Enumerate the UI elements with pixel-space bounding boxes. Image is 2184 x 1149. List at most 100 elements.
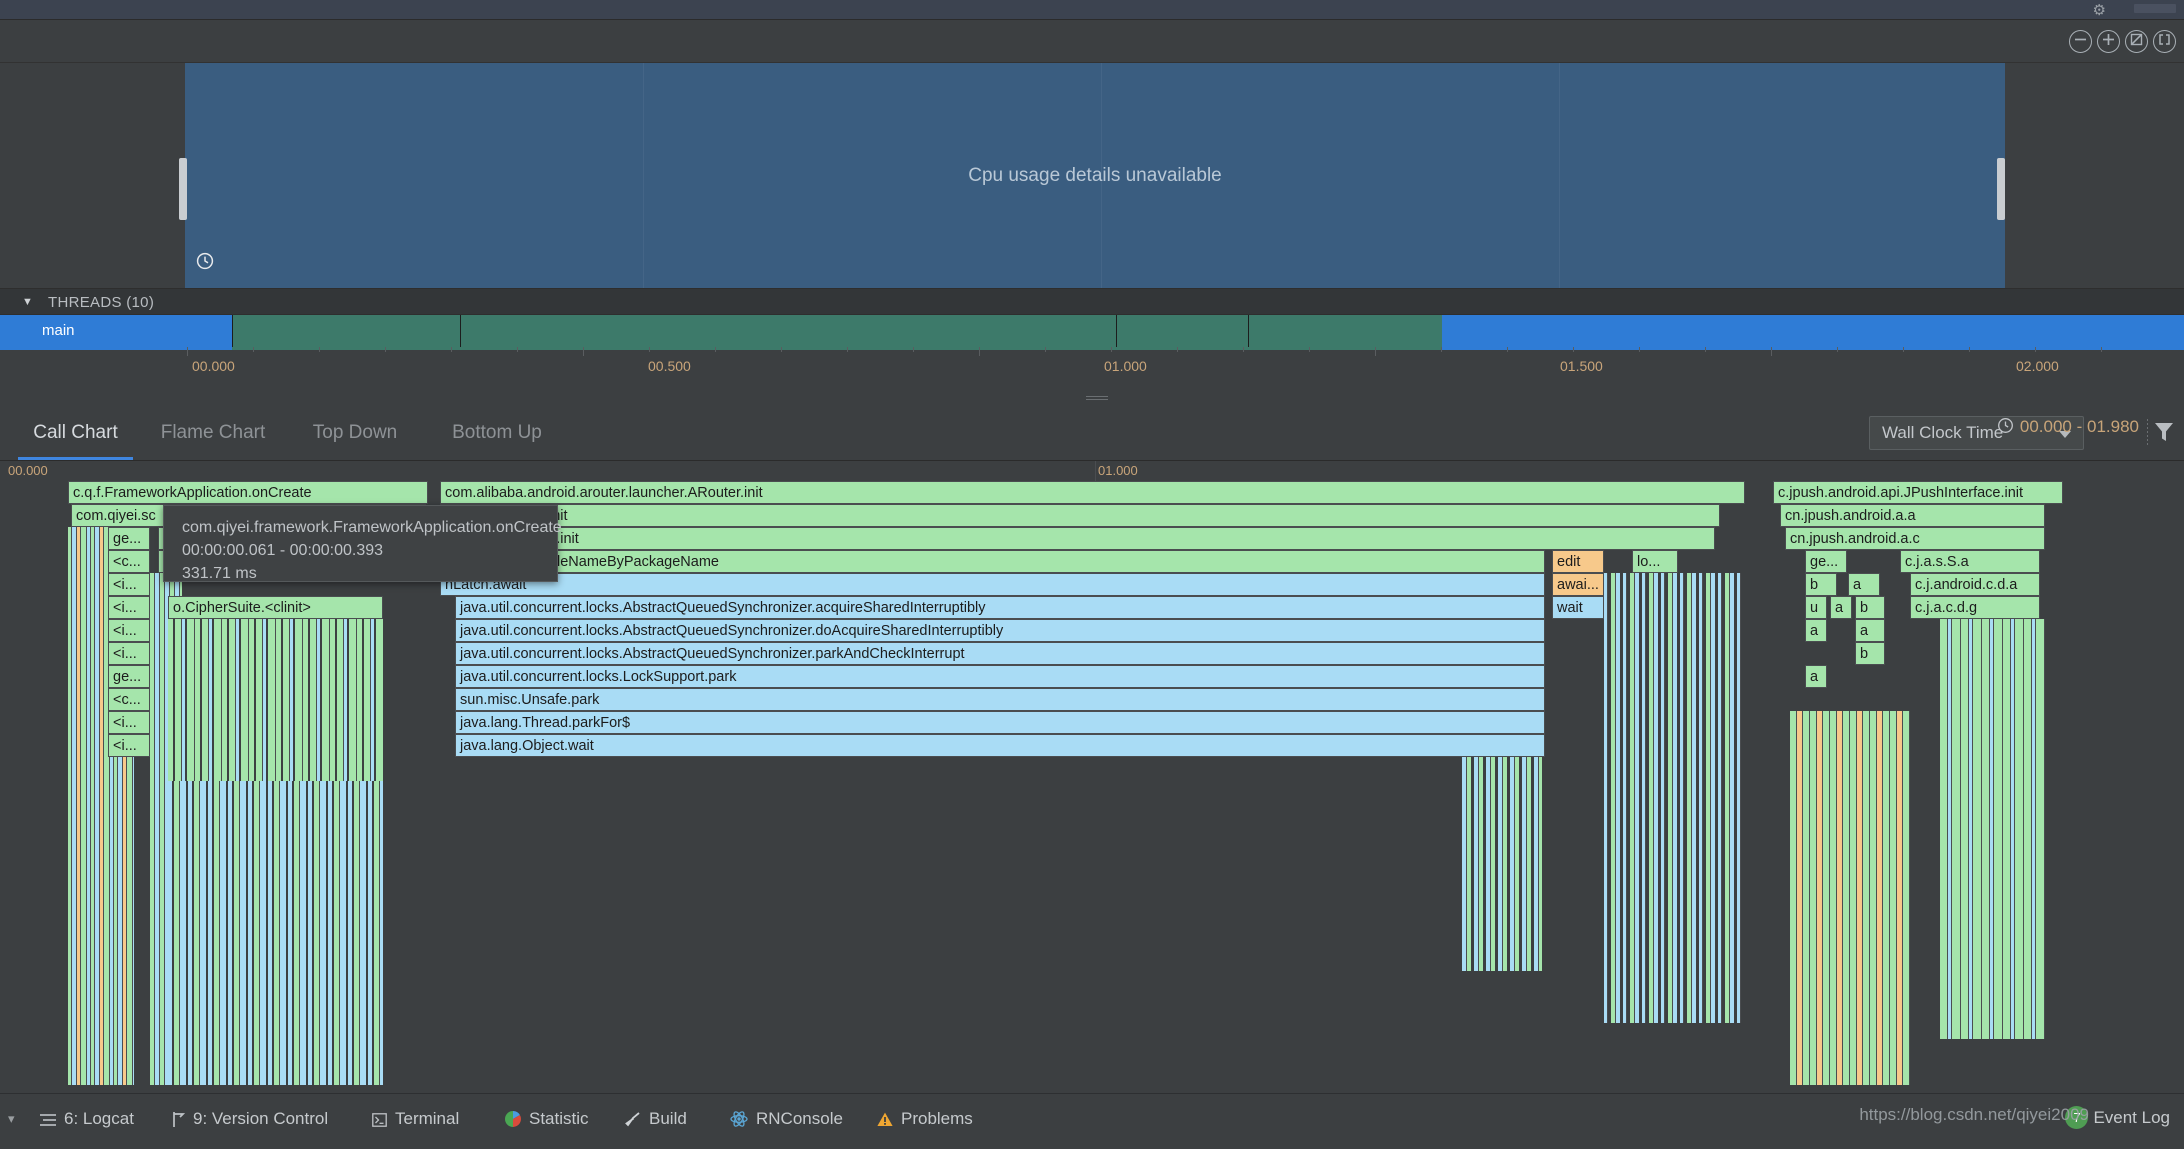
call-chart-node[interactable]: <i... (108, 619, 150, 642)
call-chart-node[interactable]: sun.misc.Unsafe.park (455, 688, 1545, 711)
cpu-profiler-window: ⚙ Cpu usage details unavailable ▼ THREAD… (0, 0, 2184, 1149)
call-chart-node[interactable]: <c... (108, 688, 150, 711)
call-chart-node[interactable]: u (1805, 596, 1827, 619)
call-chart-node[interactable]: java.lang.Thread.parkFor$ (455, 711, 1545, 734)
logcat-icon (40, 1106, 56, 1138)
splitter-handle[interactable] (1086, 396, 1108, 401)
bottom-item-label: 9: Version Control (193, 1109, 329, 1128)
call-chart-node[interactable]: a (1805, 665, 1827, 688)
call-chart-node[interactable]: o.CipherSuite.<clinit> (168, 596, 383, 619)
cpu-selection-block[interactable]: Cpu usage details unavailable (185, 63, 2005, 288)
call-chart-node[interactable]: ge... (1805, 550, 1847, 573)
bottom-item-statistic[interactable]: Statistic (505, 1103, 589, 1135)
call-chart-node[interactable]: java.util.concurrent.locks.AbstractQueue… (455, 596, 1545, 619)
call-chart-ruler[interactable]: 00.000 01.000 (0, 461, 2184, 481)
call-chart-node[interactable]: e.LogisticsCenter.init (440, 527, 1715, 550)
call-chart-node[interactable]: nLatch.await (440, 573, 1545, 596)
tooltip-range: 00:00:00.061 - 00:00:00.393 (182, 542, 384, 559)
call-chart-node[interactable]: java.util.concurrent.locks.AbstractQueue… (455, 619, 1545, 642)
call-chart-node[interactable]: a (1848, 573, 1880, 596)
bottom-item-terminal[interactable]: Terminal (372, 1103, 459, 1135)
bottom-item-label: Terminal (395, 1109, 460, 1128)
selection-handle-left[interactable] (179, 158, 187, 220)
tab-bottom-up[interactable]: Bottom Up (432, 405, 562, 460)
clock-icon (196, 252, 214, 270)
bottom-item-logcat[interactable]: 6: Logcat (40, 1103, 134, 1135)
dense-stack-stripes-7 (1790, 711, 1910, 1085)
timeline-ruler[interactable]: 00.000 00.500 01.000 01.500 02.000 (0, 347, 2184, 392)
collapse-icon[interactable]: ▾ (8, 1111, 15, 1127)
call-chart-node[interactable]: awai... (1552, 573, 1604, 596)
cpu-left-gutter (0, 63, 185, 288)
tab-flame-chart[interactable]: Flame Chart (148, 405, 278, 460)
call-chart-node[interactable]: ncher._ARouter.init (440, 504, 1720, 527)
cpu-right-gutter (2005, 63, 2184, 288)
bottom-item-build[interactable]: Build (625, 1103, 687, 1135)
call-chart-node[interactable]: <i... (108, 734, 150, 757)
call-chart-node[interactable]: b (1805, 573, 1837, 596)
dense-stack-stripes-5 (1604, 573, 1744, 1023)
call-chart-node[interactable]: a (1830, 596, 1852, 619)
call-chart-node[interactable]: b (1855, 596, 1885, 619)
top-right-control[interactable] (2134, 4, 2176, 13)
call-chart-node[interactable]: a (1805, 619, 1827, 642)
call-node-tooltip: com.qiyei.framework.FrameworkApplication… (163, 505, 562, 582)
call-chart-node[interactable]: b (1855, 642, 1885, 665)
call-chart-node[interactable]: java.util.concurrent.locks.AbstractQueue… (455, 642, 1545, 665)
bottom-item-rnconsole[interactable]: RNConsole (730, 1103, 843, 1135)
thread-activity-track[interactable] (232, 315, 2184, 347)
call-chart-node[interactable]: <i... (108, 596, 150, 619)
threads-section-header[interactable]: ▼ THREADS (10) (0, 288, 2184, 315)
call-chart-node[interactable]: <c... (108, 550, 150, 573)
call-chart-node[interactable]: edit (1552, 550, 1604, 573)
call-chart-node[interactable]: java.util.concurrent.locks.LockSupport.p… (455, 665, 1545, 688)
filter-icon[interactable] (2154, 421, 2174, 443)
call-chart-node[interactable]: ge... (108, 665, 150, 688)
bottom-item-label: Problems (901, 1109, 973, 1128)
cpu-usage-message: Cpu usage details unavailable (968, 164, 1222, 186)
thread-name-label[interactable]: main (0, 315, 232, 347)
thread-row-main[interactable]: main (0, 315, 2184, 347)
chevron-down-icon[interactable]: ▼ (22, 289, 33, 316)
ruler-tick-0: 00.000 (192, 358, 235, 374)
call-chart-node[interactable]: s.ClassUtils.getFileNameByPackageName (440, 550, 1545, 573)
call-chart-node[interactable]: c.jpush.android.api.JPushInterface.init (1773, 481, 2063, 504)
bottom-item-label: Build (649, 1109, 687, 1128)
call-chart-node[interactable]: wait (1552, 596, 1604, 619)
tab-top-down[interactable]: Top Down (295, 405, 415, 460)
call-chart-node[interactable]: ge... (108, 527, 150, 550)
statistic-icon (505, 1106, 521, 1138)
branch-icon (172, 1106, 186, 1138)
clock-icon (1997, 418, 2013, 433)
call-chart-node[interactable]: cn.jpush.android.a.c (1785, 527, 2045, 550)
bottom-item-version-control[interactable]: 9: Version Control (172, 1103, 328, 1135)
call-chart-node[interactable]: <i... (108, 573, 150, 596)
call-chart-node[interactable]: <i... (108, 711, 150, 734)
bottom-item-label: RNConsole (756, 1109, 843, 1128)
range-value: 00.000 - 01.980 (2019, 417, 2139, 436)
zoom-out-icon[interactable] (2069, 30, 2092, 53)
tab-call-chart[interactable]: Call Chart (18, 405, 133, 460)
call-chart-node[interactable]: com.alibaba.android.arouter.launcher.ARo… (440, 481, 1745, 504)
zoom-toolbar (0, 20, 2184, 63)
bottom-item-label: 6: Logcat (64, 1109, 134, 1128)
bottom-item-problems[interactable]: Problems (877, 1103, 973, 1135)
tooltip-duration: 331.71 ms (182, 565, 257, 582)
call-chart-node[interactable]: <i... (108, 642, 150, 665)
zoom-in-icon[interactable] (2097, 30, 2120, 53)
call-chart-node[interactable]: c.q.f.FrameworkApplication.onCreate (68, 481, 428, 504)
reset-zoom-icon[interactable] (2125, 30, 2148, 53)
event-log-button[interactable]: 7 Event Log (2065, 1106, 2170, 1129)
call-chart-node[interactable]: lo... (1632, 550, 1678, 573)
call-chart-node[interactable]: c.j.a.c.d.g (1910, 596, 2040, 619)
call-chart-node[interactable]: a (1855, 619, 1885, 642)
call-chart-node[interactable]: java.lang.Object.wait (455, 734, 1545, 757)
zoom-to-fit-icon[interactable] (2153, 30, 2176, 53)
gear-icon[interactable]: ⚙ (2093, 1, 2106, 19)
selection-handle-right[interactable] (1997, 158, 2005, 220)
call-chart-node[interactable]: c.j.a.s.S.a (1900, 550, 2040, 573)
watermark-text: https://blog.csdn.net/qiyei2009 (1859, 1105, 2089, 1124)
analysis-tab-bar: Call Chart Flame Chart Top Down Bottom U… (0, 405, 2184, 461)
call-chart-node[interactable]: c.j.android.c.d.a (1910, 573, 2040, 596)
call-chart-node[interactable]: cn.jpush.android.a.a (1780, 504, 2045, 527)
